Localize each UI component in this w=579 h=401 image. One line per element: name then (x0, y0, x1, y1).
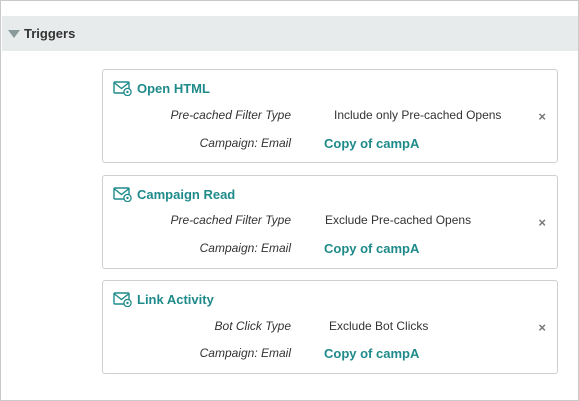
email-trigger-icon (113, 187, 132, 202)
campaign-email-label: Campaign: Email (199, 241, 291, 255)
trigger-title: Open HTML (113, 80, 210, 96)
campaign-email-link[interactable]: Copy of campA (324, 346, 419, 361)
triggers-panel: Triggers Open HTML Pre-cached Filter Typ… (0, 0, 579, 401)
trigger-title-text[interactable]: Link Activity (137, 292, 214, 307)
bot-click-type-label: Bot Click Type (214, 319, 291, 333)
remove-trigger-icon[interactable]: × (538, 216, 546, 229)
campaign-email-label: Campaign: Email (199, 346, 291, 360)
trigger-title-text[interactable]: Campaign Read (137, 187, 235, 202)
trigger-title: Campaign Read (113, 186, 235, 202)
bot-click-type-value: Exclude Bot Clicks (329, 319, 429, 333)
triggers-section-header[interactable]: Triggers (2, 16, 578, 51)
filter-type-label: Pre-cached Filter Type (170, 213, 292, 227)
trigger-title: Link Activity (113, 291, 214, 307)
filter-type-value: Exclude Pre-cached Opens (325, 213, 472, 227)
filter-type-value: Include only Pre-cached Opens (334, 108, 502, 122)
email-trigger-icon (113, 292, 132, 307)
remove-trigger-icon[interactable]: × (538, 321, 546, 334)
remove-trigger-icon[interactable]: × (538, 110, 546, 123)
section-title: Triggers (24, 26, 76, 41)
email-trigger-icon (113, 81, 132, 96)
campaign-email-link[interactable]: Copy of campA (324, 136, 419, 151)
filter-type-label: Pre-cached Filter Type (170, 108, 292, 122)
trigger-card-link-activity: Link Activity Bot Click Type Exclude Bot… (102, 280, 558, 374)
trigger-card-open-html: Open HTML Pre-cached Filter Type Include… (102, 69, 558, 163)
campaign-email-link[interactable]: Copy of campA (324, 241, 419, 256)
collapse-caret-icon[interactable] (8, 30, 20, 38)
campaign-email-label: Campaign: Email (199, 136, 291, 150)
trigger-title-text[interactable]: Open HTML (137, 81, 210, 96)
trigger-card-campaign-read: Campaign Read Pre-cached Filter Type Exc… (102, 175, 558, 269)
